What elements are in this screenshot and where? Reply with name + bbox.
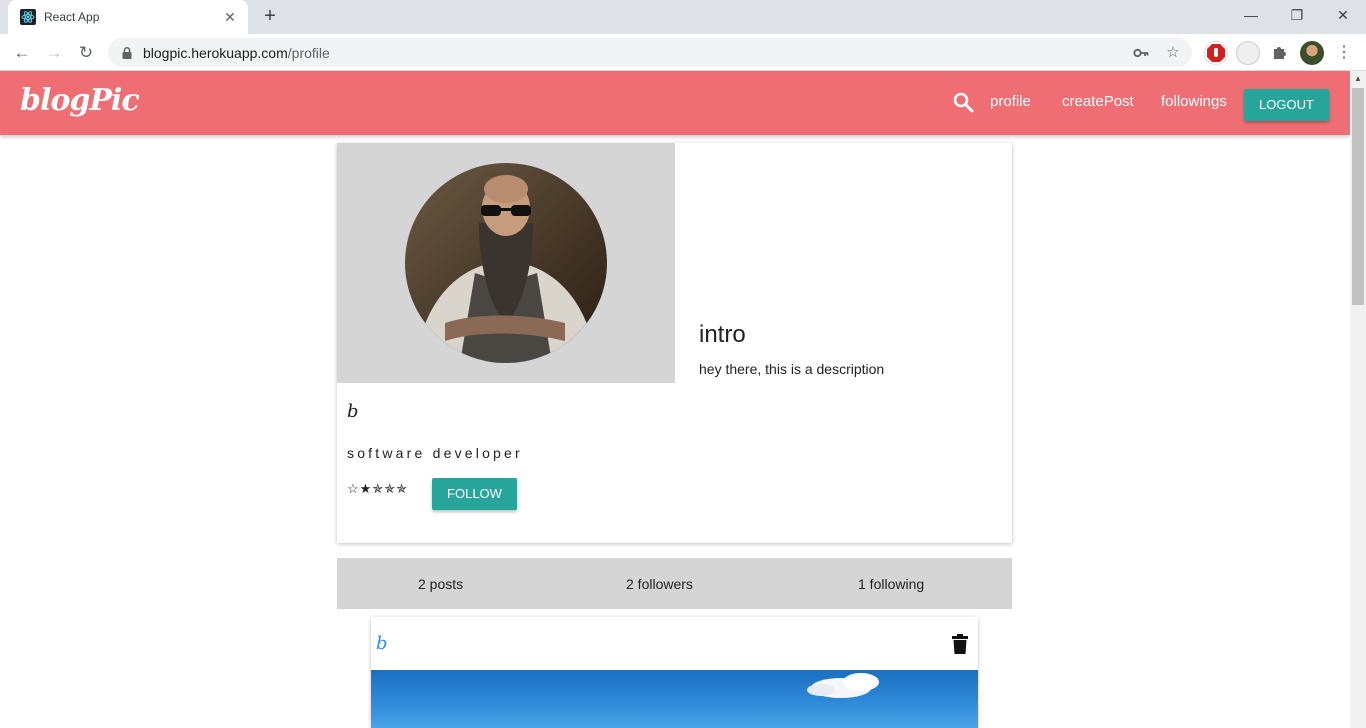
- omnibox-actions: ☆: [1132, 44, 1182, 62]
- posts-count[interactable]: 2 posts: [418, 576, 463, 592]
- logout-button[interactable]: LOGOUT: [1244, 89, 1329, 121]
- profile-logo-icon: b: [347, 401, 359, 422]
- bookmark-star-icon[interactable]: ☆: [1164, 44, 1182, 62]
- followers-count[interactable]: 2 followers: [626, 576, 693, 592]
- tab-close-icon[interactable]: ✕: [222, 9, 238, 26]
- browser-tabstrip: React App ✕ + — ❐ ✕: [0, 0, 1366, 34]
- rating-stars: ☆★✯✯✯: [347, 481, 408, 496]
- profile-photo-area: [337, 143, 675, 383]
- url-host: blogpic.herokuapp.com: [143, 44, 288, 61]
- occupation-text: software developer: [347, 445, 523, 461]
- user-avatar-icon[interactable]: [1300, 41, 1324, 65]
- minimize-button[interactable]: —: [1228, 0, 1274, 30]
- forward-arrow-icon[interactable]: →: [40, 39, 68, 67]
- profile-card: intro hey there, this is a description b…: [337, 143, 1012, 543]
- post-image[interactable]: [371, 670, 978, 728]
- app-navbar: blogPic profile createPost followings LO…: [0, 71, 1350, 135]
- brand-logo[interactable]: blogPic: [20, 83, 140, 118]
- extension-icon[interactable]: [1236, 41, 1260, 65]
- intro-description: hey there, this is a description: [699, 361, 885, 377]
- nav-link-createpost[interactable]: createPost: [1062, 93, 1134, 110]
- new-tab-button[interactable]: +: [258, 5, 282, 29]
- scroll-thumb[interactable]: [1352, 88, 1364, 305]
- address-bar[interactable]: blogpic.herokuapp.com/profile ☆: [108, 38, 1192, 67]
- extensions-puzzle-icon[interactable]: [1268, 41, 1292, 65]
- kebab-menu-icon[interactable]: ⋮: [1332, 41, 1356, 65]
- intro-title: intro: [699, 321, 746, 348]
- adblock-extension-icon[interactable]: [1204, 41, 1228, 65]
- close-window-button[interactable]: ✕: [1320, 0, 1366, 30]
- url-text: blogpic.herokuapp.com/profile: [143, 45, 330, 61]
- browser-toolbar: ← → ↻ blogpic.herokuapp.com/profile ☆ ⋮: [0, 34, 1366, 71]
- back-arrow-icon[interactable]: ←: [8, 39, 36, 67]
- key-icon[interactable]: [1132, 44, 1150, 62]
- profile-stats-bar: 2 posts 2 followers 1 following: [337, 558, 1012, 609]
- tab-title: React App: [44, 10, 100, 24]
- reload-icon[interactable]: ↻: [72, 39, 100, 67]
- lock-icon: [122, 46, 132, 59]
- post-author-icon[interactable]: b: [376, 633, 388, 654]
- nav-link-profile[interactable]: profile: [990, 93, 1031, 110]
- trash-icon[interactable]: [951, 634, 969, 654]
- react-favicon-icon: [20, 9, 36, 25]
- restore-button[interactable]: ❐: [1274, 0, 1320, 30]
- profile-avatar: [405, 163, 607, 363]
- scroll-up-icon[interactable]: ▲: [1350, 71, 1366, 87]
- following-count[interactable]: 1 following: [858, 576, 924, 592]
- nav-link-followings[interactable]: followings: [1161, 93, 1227, 110]
- search-icon[interactable]: [952, 91, 974, 113]
- url-path: /profile: [287, 44, 330, 61]
- browser-tab[interactable]: React App ✕: [8, 0, 248, 34]
- post-card: b: [371, 617, 978, 728]
- page-scrollbar[interactable]: ▲: [1350, 71, 1366, 728]
- follow-button[interactable]: FOLLOW: [432, 478, 517, 510]
